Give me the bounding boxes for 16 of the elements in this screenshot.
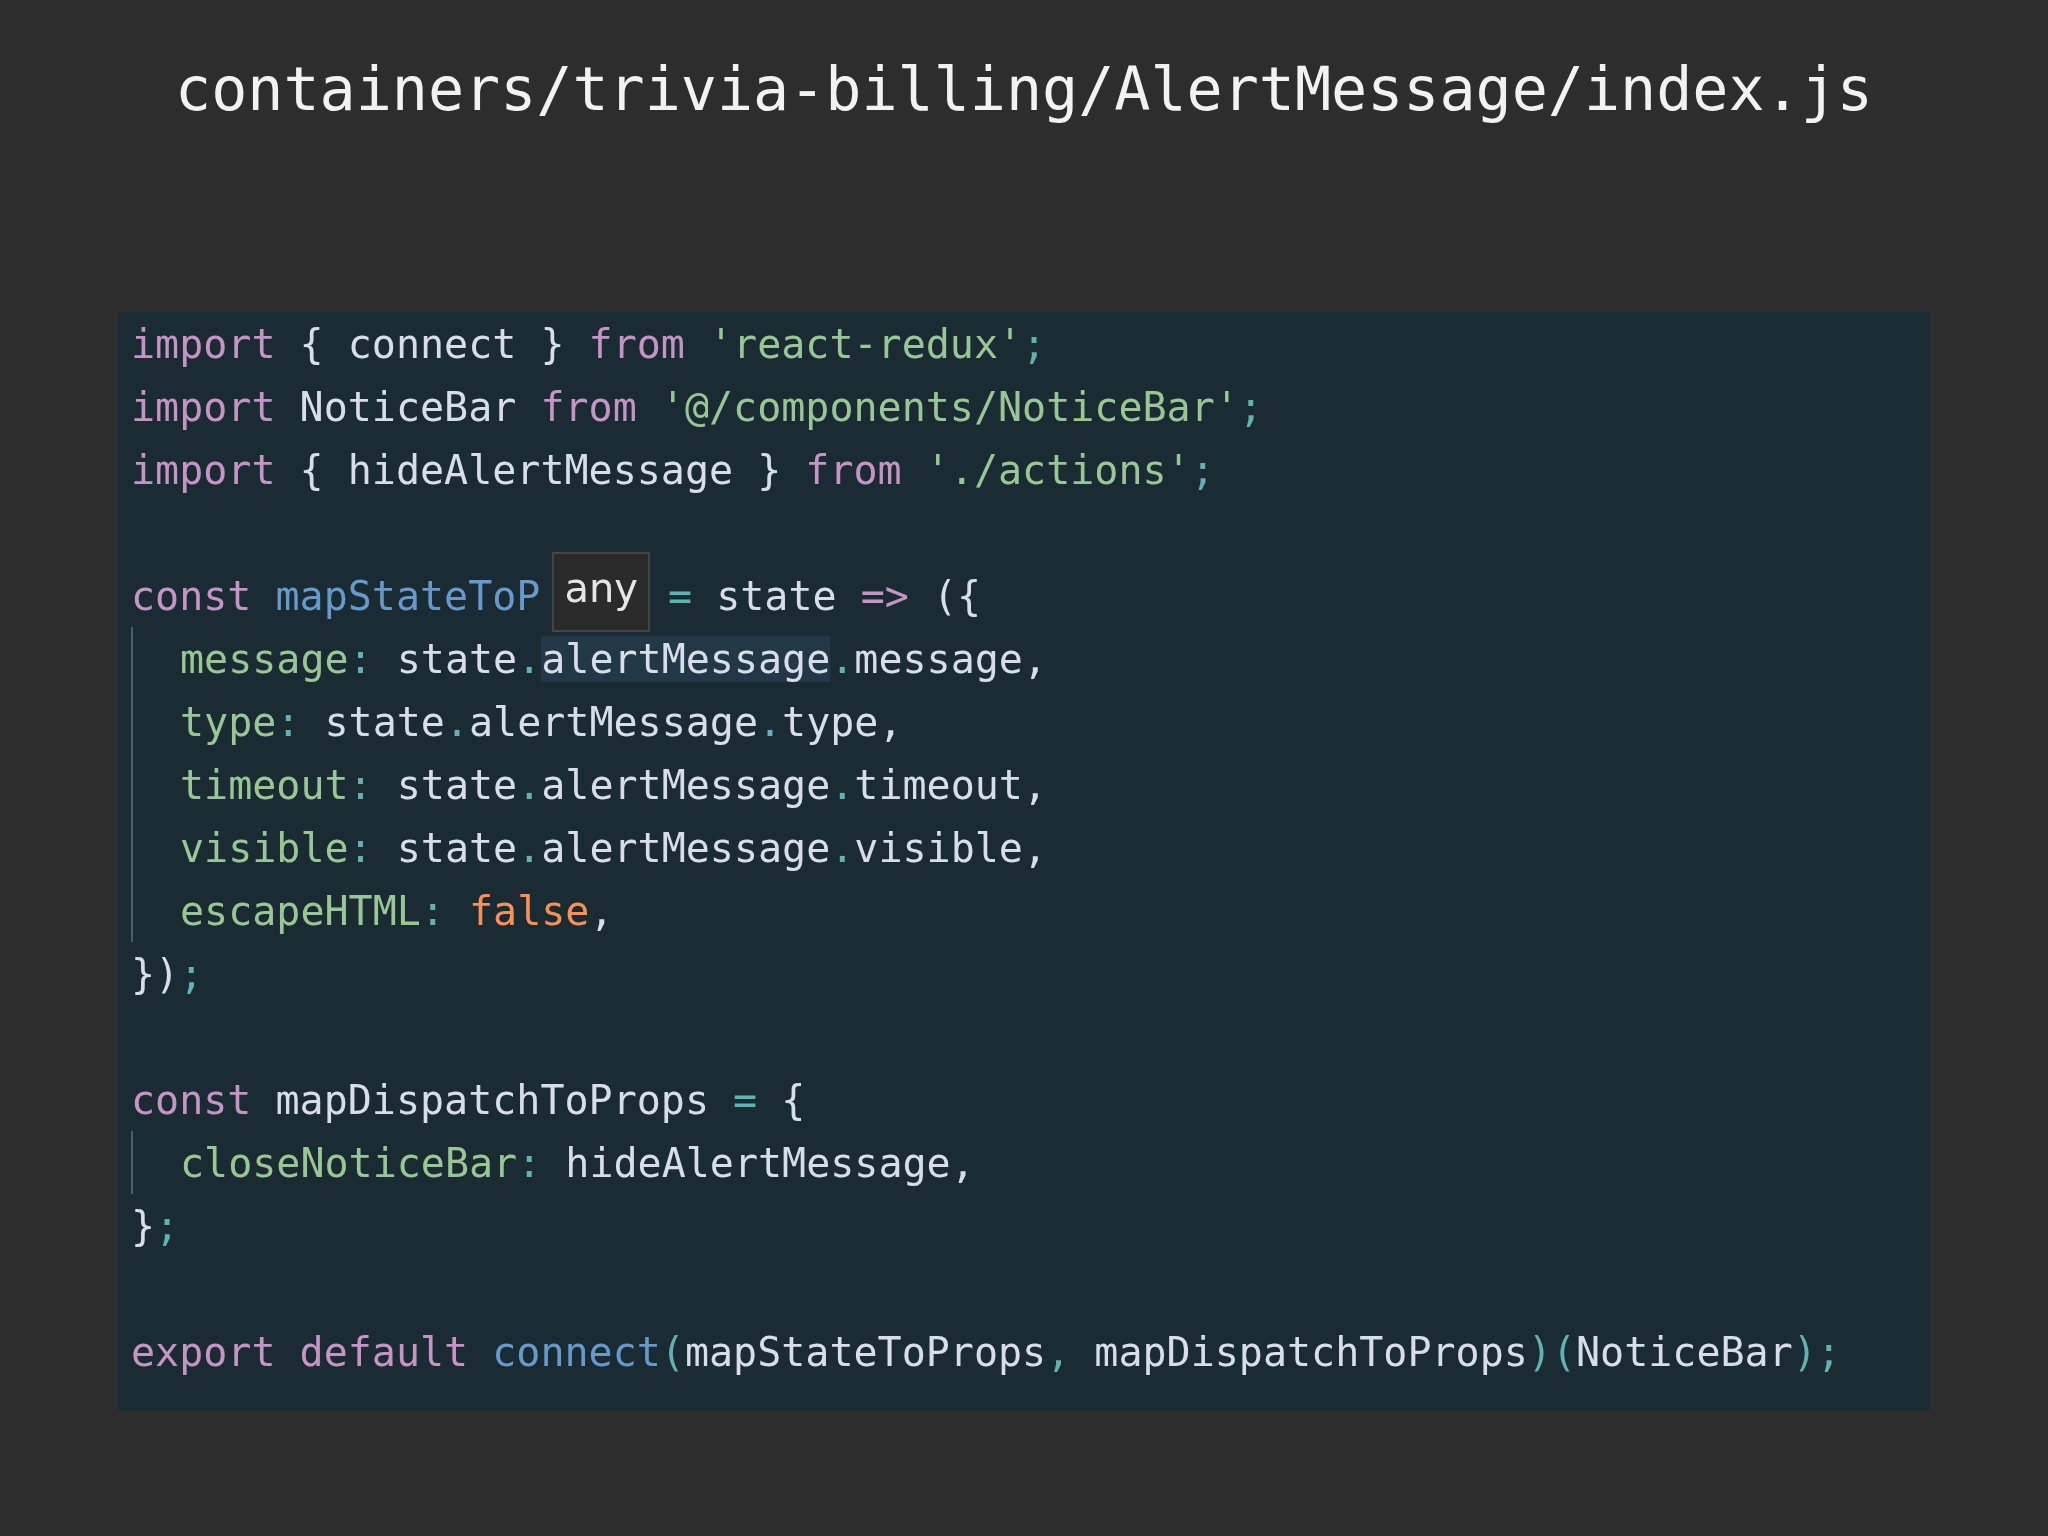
type-tooltip: any <box>552 551 650 632</box>
code-line: import { hideAlertMessage } from './actions'; <box>131 445 1216 495</box>
code-line: const mapDispatchToProps = { <box>131 1075 807 1125</box>
code-line: closeNoticeBar: hideAlertMessage, <box>131 1131 1930 1194</box>
code-text: = state => ({ <box>667 572 982 619</box>
code-line: import NoticeBar from '@/components/NoticeBar'; <box>131 382 1264 432</box>
code-line: }; <box>131 1201 181 1251</box>
code-line: type: state.alertMessage.type, <box>131 690 1930 753</box>
code-line: visible: state.alertMessage.visible, <box>131 816 1930 879</box>
code-text: const mapStateToP <box>131 572 541 619</box>
code-line: export default connect(mapStateToProps, mapDispatchToProps)(NoticeBar); <box>131 1327 1842 1377</box>
code-line: }); <box>131 949 205 999</box>
code-line: escapeHTML: false, <box>131 879 1930 942</box>
code-line: import { connect } from 'react-redux'; <box>131 319 1048 369</box>
file-path-title: containers/trivia-billing/AlertMessage/index.js <box>175 56 1873 122</box>
code-line: timeout: state.alertMessage.timeout, <box>131 753 1930 816</box>
